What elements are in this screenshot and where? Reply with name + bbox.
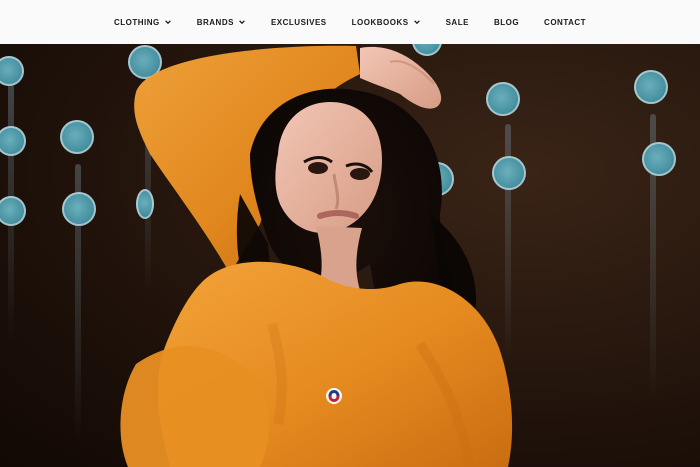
wall-dot bbox=[642, 142, 676, 176]
nav-item-sale[interactable]: SALE bbox=[446, 18, 469, 27]
wall-dot bbox=[634, 70, 668, 104]
wall-dot bbox=[0, 196, 26, 226]
nav-item-label: CLOTHING bbox=[113, 17, 160, 27]
nav-item-label: SALE bbox=[445, 17, 469, 27]
chevron-down-icon bbox=[413, 20, 420, 25]
wall-dot bbox=[60, 120, 94, 154]
nav-menu: CLOTHING BRANDS EXCLUSIVES LOOKBOOKS SAL… bbox=[101, 18, 598, 27]
nav-item-label: LOOKBOOKS bbox=[351, 17, 409, 27]
nav-item-label: CONTACT bbox=[544, 17, 587, 27]
nav-item-clothing[interactable]: CLOTHING bbox=[114, 18, 172, 27]
nav-item-label: BLOG bbox=[493, 17, 520, 27]
nav-item-contact[interactable]: CONTACT bbox=[544, 18, 586, 27]
nav-item-exclusives[interactable]: EXCLUSIVES bbox=[271, 18, 327, 27]
top-navigation: CLOTHING BRANDS EXCLUSIVES LOOKBOOKS SAL… bbox=[0, 0, 700, 44]
wall-dot bbox=[0, 126, 26, 156]
nav-item-lookbooks[interactable]: LOOKBOOKS bbox=[352, 18, 421, 27]
chevron-down-icon bbox=[164, 20, 171, 25]
nav-item-brands[interactable]: BRANDS bbox=[197, 18, 246, 27]
chevron-down-icon bbox=[239, 20, 245, 25]
nav-item-blog[interactable]: BLOG bbox=[494, 18, 519, 27]
wall-dot bbox=[0, 56, 24, 86]
sweatshirt-logo-icon bbox=[326, 388, 342, 404]
wall-dot bbox=[62, 192, 96, 226]
nav-item-label: EXCLUSIVES bbox=[270, 17, 327, 27]
model-photo bbox=[120, 45, 513, 467]
nav-item-label: BRANDS bbox=[196, 17, 234, 27]
hero-image bbox=[0, 44, 700, 467]
